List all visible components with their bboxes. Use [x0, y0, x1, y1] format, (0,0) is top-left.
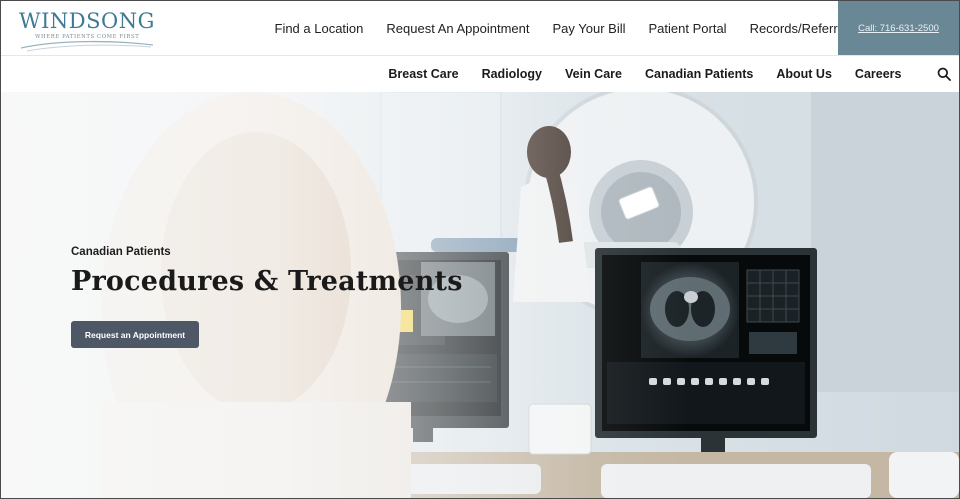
windsong-logo[interactable]: WINDSONG WHERE PATIENTS COME FIRST: [17, 7, 157, 52]
logo-wordmark: WINDSONG: [19, 9, 155, 33]
logo-tagline: WHERE PATIENTS COME FIRST: [35, 34, 140, 40]
utility-link-patient-portal[interactable]: Patient Portal: [637, 21, 738, 36]
main-nav-breast-care[interactable]: Breast Care: [377, 67, 470, 81]
hero-title: Procedures & Treatments: [71, 266, 463, 297]
main-nav-radiology[interactable]: Radiology: [470, 67, 553, 81]
main-nav-vein-care[interactable]: Vein Care: [554, 67, 634, 81]
page-frame: WINDSONG WHERE PATIENTS COME FIRST Find …: [0, 0, 960, 499]
request-appointment-button[interactable]: Request an Appointment: [71, 321, 199, 348]
utility-link-pay-bill[interactable]: Pay Your Bill: [541, 21, 637, 36]
utility-header: WINDSONG WHERE PATIENTS COME FIRST Find …: [1, 1, 959, 56]
main-nav-about-us[interactable]: About Us: [765, 67, 844, 81]
hero-eyebrow: Canadian Patients: [71, 246, 171, 258]
hero-banner: Canadian Patients Procedures & Treatment…: [1, 92, 959, 498]
main-nav-careers[interactable]: Careers: [843, 67, 913, 81]
main-nav-items: Breast Care Radiology Vein Care Canadian…: [377, 56, 913, 92]
search-button[interactable]: [935, 65, 953, 83]
main-nav-canadian-patients[interactable]: Canadian Patients: [633, 67, 764, 81]
utility-link-request-appointment[interactable]: Request An Appointment: [375, 21, 541, 36]
call-button[interactable]: Call: 716-631-2500: [838, 1, 959, 55]
main-nav: Breast Care Radiology Vein Care Canadian…: [1, 56, 959, 92]
utility-nav: Find a Location Request An Appointment P…: [263, 1, 867, 55]
search-icon: [937, 67, 951, 81]
utility-link-find-location[interactable]: Find a Location: [263, 21, 375, 36]
